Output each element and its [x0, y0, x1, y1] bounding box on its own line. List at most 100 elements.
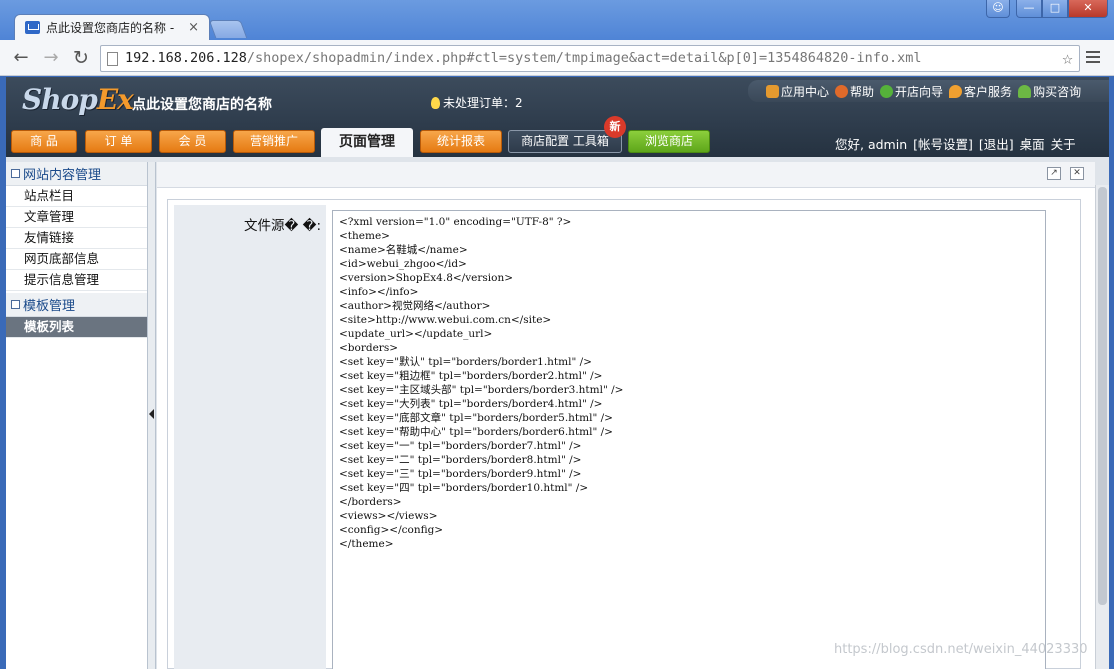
about-link[interactable]: 关于 [1051, 134, 1076, 153]
sidebar-item-links[interactable]: 友情链接 [6, 228, 147, 249]
shop-name[interactable]: 点此设置您商店的名称 [132, 94, 272, 114]
code-line: <borders> [339, 342, 399, 354]
popout-icon[interactable]: ↗ [1047, 167, 1061, 180]
sidebar-group-label: 模板管理 [23, 299, 76, 314]
user-icon[interactable]: ☺ [986, 0, 1010, 18]
shopex-logo[interactable]: ShopEx [22, 83, 134, 116]
purchase-inquiry-label: 购买咨询 [1033, 84, 1082, 99]
code-line: <set key="粗边框" tpl="borders/border2.html… [339, 370, 603, 382]
code-line: <name>名鞋城</name> [339, 244, 468, 256]
address-bar[interactable]: 192.168.206.128/shopex/shopadmin/index.p… [100, 45, 1080, 72]
help-icon [835, 84, 849, 98]
customer-service-link[interactable]: 客户服务 [949, 83, 1012, 100]
code-line: <set key="二" tpl="borders/border8.html" … [339, 454, 582, 466]
scrollbar-thumb[interactable] [1098, 187, 1107, 605]
url-host: 192.168.206.128 [125, 50, 247, 66]
pending-orders[interactable]: 未处理订单：2 [431, 94, 523, 111]
code-line: </theme> [339, 538, 394, 550]
tab-page-management[interactable]: 页面管理 [321, 128, 413, 157]
person-icon [1018, 84, 1032, 98]
code-line: <info></info> [339, 286, 419, 298]
app-center-label: 应用中心 [781, 84, 830, 99]
tab-orders[interactable]: 订 单 [85, 130, 152, 153]
code-line: <set key="一" tpl="borders/border7.html" … [339, 440, 582, 452]
new-badge: 新 [604, 116, 626, 138]
new-tab-button[interactable] [208, 20, 248, 38]
greeting: 您好, admin [835, 137, 908, 152]
shop-guide-label: 开店向导 [895, 84, 944, 99]
help-link[interactable]: 帮助 [835, 83, 874, 100]
page-scrollbar[interactable] [1095, 185, 1109, 669]
code-line: <version>ShopEx4.8</version> [339, 272, 514, 284]
sidebar-group-templates[interactable]: 模板管理 [6, 293, 147, 317]
app-center-icon [766, 84, 779, 98]
file-detail-panel: 文件源� �: <?xml version="1.0" encoding="UT… [167, 199, 1081, 669]
guide-icon [880, 84, 894, 98]
code-line: <set key="底部文章" tpl="borders/border5.htm… [339, 412, 613, 424]
code-line: <set key="帮助中心" tpl="borders/border6.htm… [339, 426, 613, 438]
forward-arrow-icon[interactable]: → [40, 48, 62, 68]
collapse-box-icon [11, 169, 20, 178]
code-line: </borders> [339, 496, 402, 508]
sidebar-item-tips[interactable]: 提示信息管理 [6, 270, 147, 291]
label-column: 文件源� �: [174, 205, 326, 669]
shop-guide-link[interactable]: 开店向导 [880, 83, 943, 100]
chrome-menu-icon[interactable] [1086, 51, 1100, 63]
app-center-link[interactable]: 应用中心 [766, 83, 829, 100]
code-line: <update_url></update_url> [339, 328, 493, 340]
close-window-button[interactable]: ✕ [1068, 0, 1108, 18]
code-line: <views></views> [339, 510, 438, 522]
chat-icon [949, 84, 963, 98]
reload-icon[interactable]: ↻ [70, 48, 92, 68]
sidebar-item-site-columns[interactable]: 站点栏目 [6, 186, 147, 207]
minimize-button[interactable]: — [1016, 0, 1042, 18]
main-toolbar: ↗ ✕ [157, 162, 1095, 188]
back-arrow-icon[interactable]: ← [10, 48, 32, 68]
top-links: 应用中心 帮助 开店向导 客户服务 购买咨询 [748, 80, 1109, 102]
browse-store-button[interactable]: 浏览商店 [628, 130, 710, 153]
bookmark-star-icon[interactable]: ☆ [1062, 46, 1073, 71]
tab-store-config-tools[interactable]: 商店配置 工具箱 [508, 130, 622, 153]
purchase-inquiry-link[interactable]: 购买咨询 [1018, 83, 1081, 100]
file-source-label: 文件源� �: [243, 218, 321, 234]
sidebar-item-articles[interactable]: 文章管理 [6, 207, 147, 228]
browser-titlebar: 点此设置您商店的名称 - × ☺ — □ ✕ [0, 0, 1114, 40]
code-line: <id>webui_zhgoo</id> [339, 258, 467, 270]
url-path: /shopex/shopadmin/index.php#ctl=system/t… [246, 50, 922, 66]
logo-ex-text: Ex [96, 83, 134, 116]
logout-link[interactable]: [退出] [979, 134, 1014, 153]
sidebar-item-template-list[interactable]: 模板列表 [6, 317, 147, 338]
sidebar: 网站内容管理 站点栏目 文章管理 友情链接 网页底部信息 提示信息管理 模板管理… [6, 162, 148, 669]
maximize-button[interactable]: □ [1042, 0, 1068, 18]
code-line: <set key="主区域头部" tpl="borders/border3.ht… [339, 384, 624, 396]
browser-toolbar: ← → ↻ 192.168.206.128/shopex/shopadmin/i… [0, 40, 1114, 76]
code-line: <author>视觉网络</author> [339, 300, 491, 312]
sidebar-splitter[interactable] [148, 162, 156, 669]
shopex-favicon-icon [25, 21, 40, 34]
code-line: <set key="四" tpl="borders/border10.html"… [339, 482, 589, 494]
main-nav: 商 品 订 单 会 员 营销推广 页面管理 统计报表 商店配置 工具箱 新 浏览… [6, 116, 1109, 157]
file-source-textarea[interactable]: <?xml version="1.0" encoding="UTF-8" ?> <… [332, 210, 1046, 669]
tab-statistics[interactable]: 统计报表 [420, 130, 502, 153]
code-line: <set key="大列表" tpl="borders/border4.html… [339, 398, 603, 410]
code-line: <theme> [339, 230, 390, 242]
code-line: <config></config> [339, 524, 444, 536]
sidebar-group-label: 网站内容管理 [23, 168, 102, 183]
bulb-icon [431, 96, 440, 109]
pending-orders-label: 未处理订单：2 [443, 96, 523, 110]
tab-close-icon[interactable]: × [188, 20, 199, 35]
collapse-arrow-icon[interactable] [149, 409, 154, 419]
watermark: https://blog.csdn.net/weixin_44023330 [834, 642, 1088, 657]
sidebar-group-site-content[interactable]: 网站内容管理 [6, 162, 147, 186]
close-panel-icon[interactable]: ✕ [1070, 167, 1084, 180]
admin-header: ShopEx 点此设置您商店的名称 未处理订单：2 应用中心 帮助 开店向导 客… [6, 77, 1109, 157]
help-label: 帮助 [850, 84, 875, 99]
tab-members[interactable]: 会 员 [159, 130, 226, 153]
browser-tab[interactable]: 点此设置您商店的名称 - × [14, 14, 210, 40]
desktop-link[interactable]: 桌面 [1020, 134, 1045, 153]
sidebar-item-footer-info[interactable]: 网页底部信息 [6, 249, 147, 270]
tab-marketing[interactable]: 营销推广 [233, 130, 315, 153]
tab-goods[interactable]: 商 品 [11, 130, 77, 153]
account-settings-link[interactable]: [帐号设置] [913, 134, 973, 153]
code-line: <site>http://www.webui.com.cn</site> [339, 314, 552, 326]
